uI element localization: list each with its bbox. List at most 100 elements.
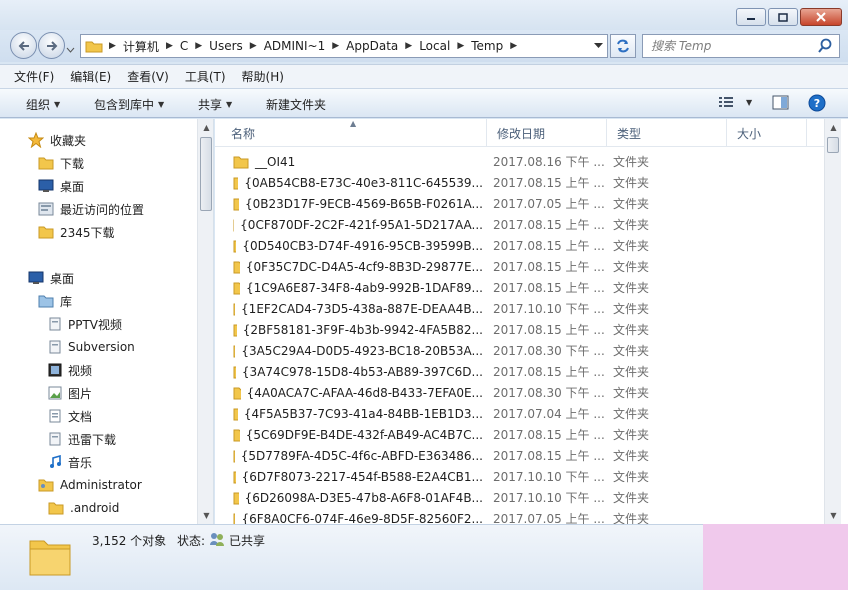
picture-icon: [48, 386, 62, 400]
file-type: 文件夹: [613, 218, 650, 232]
file-type: 文件夹: [613, 491, 650, 505]
state-label: 状态:: [177, 534, 206, 548]
file-row[interactable]: {6F8A0CF6-074F-46e9-8D5F-82560F2... 2017.…: [215, 508, 829, 524]
file-name-cell: {6D26098A-D3E5-47b8-A6F8-01AF4B...: [233, 491, 483, 505]
scroll-up-icon[interactable]: ▲: [825, 119, 842, 136]
folder-icon: [233, 345, 236, 357]
menu-bar: 文件(F) 编辑(E) 查看(V) 工具(T) 帮助(H): [0, 64, 848, 88]
search-box[interactable]: [642, 34, 840, 58]
nav-item-recent-places[interactable]: 最近访问的位置: [38, 198, 144, 220]
nav-item-desktop[interactable]: 桌面: [38, 175, 84, 197]
menu-help[interactable]: 帮助(H): [240, 66, 286, 87]
nav-item-music[interactable]: 音乐: [48, 451, 92, 473]
file-row[interactable]: {0B23D17F-9ECB-4569-B65B-F0261A... 2017.0…: [215, 193, 829, 214]
file-row[interactable]: {0F35C7DC-D4A5-4cf9-8B3D-29877E... 2017.0…: [215, 256, 829, 277]
column-size[interactable]: 大小: [727, 119, 807, 147]
nav-item-pictures[interactable]: 图片: [48, 382, 92, 404]
maximize-button[interactable]: [768, 8, 798, 26]
file-type: 文件夹: [613, 512, 650, 524]
nav-administrator[interactable]: Administrator: [38, 474, 142, 496]
scroll-thumb[interactable]: [200, 137, 212, 211]
nav-label: 收藏夹: [50, 133, 87, 148]
organize-button[interactable]: 组织 ▼: [26, 96, 60, 113]
file-row[interactable]: {5D7789FA-4D5C-4f6c-ABFD-E363486... 2017.…: [215, 445, 829, 466]
file-type: 文件夹: [613, 470, 650, 484]
view-options-button[interactable]: ▼: [718, 95, 752, 109]
recent-pages-dropdown[interactable]: [66, 42, 75, 56]
library-icon: [38, 295, 54, 308]
refresh-button[interactable]: [610, 34, 636, 58]
close-button[interactable]: [800, 8, 842, 26]
menu-view[interactable]: 查看(V): [125, 66, 171, 87]
minimize-button[interactable]: [736, 8, 766, 26]
nav-label: Administrator: [60, 478, 142, 492]
file-row[interactable]: {6D7F8073-2217-454f-B588-E2A4CB1... 2017.…: [215, 466, 829, 487]
nav-item-2345-downloads[interactable]: 2345下载: [38, 221, 115, 243]
nav-item-documents[interactable]: 文档: [48, 405, 92, 427]
breadcrumb-item[interactable]: ADMINI~1: [261, 39, 329, 53]
back-button[interactable]: [10, 32, 37, 59]
file-type: 文件夹: [613, 344, 650, 358]
nav-item-pptv-video[interactable]: PPTV视频: [48, 313, 122, 335]
file-name: {5D7789FA-4D5C-4f6c-ABFD-E363486...: [240, 448, 483, 463]
breadcrumb-separator: ▶: [510, 41, 518, 51]
breadcrumb-item[interactable]: C: [177, 39, 191, 53]
file-row[interactable]: {1C9A6E87-34F8-4ab9-992B-1DAF89... 2017.0…: [215, 277, 829, 298]
file-name: {6D26098A-D3E5-47b8-A6F8-01AF4B...: [244, 490, 483, 505]
search-input[interactable]: [651, 39, 817, 53]
nav-item-android[interactable]: .android: [48, 497, 119, 519]
nav-label: 视频: [68, 363, 93, 378]
breadcrumb-item[interactable]: AppData: [343, 39, 401, 53]
scroll-down-icon[interactable]: ▼: [198, 507, 213, 524]
file-row[interactable]: {2BF58181-3F9F-4b3b-9942-4FA5B82... 2017.…: [215, 319, 829, 340]
folder-icon: [48, 502, 64, 515]
file-row[interactable]: __OI41 2017.08.16 下午 ... 文件夹: [215, 151, 829, 172]
menu-file[interactable]: 文件(F): [12, 66, 56, 87]
column-type[interactable]: 类型: [607, 119, 727, 147]
file-row[interactable]: {4F5A5B37-7C93-41a4-84BB-1EB1D3... 2017.0…: [215, 403, 829, 424]
forward-button[interactable]: [38, 32, 65, 59]
folder-icon: [233, 303, 236, 315]
column-date-modified[interactable]: 修改日期: [487, 119, 607, 147]
nav-item-downloads[interactable]: 下载: [38, 152, 84, 174]
file-row[interactable]: {6D26098A-D3E5-47b8-A6F8-01AF4B... 2017.1…: [215, 487, 829, 508]
address-dropdown[interactable]: [589, 35, 607, 57]
file-row[interactable]: {4A0ACA7C-AFAA-46d8-B433-7EFA0E... 2017.0…: [215, 382, 829, 403]
file-row[interactable]: {3A5C29A4-D0D5-4923-BC18-20B53A... 2017.0…: [215, 340, 829, 361]
breadcrumb-item[interactable]: Local: [416, 39, 453, 53]
address-bar[interactable]: ▶ 计算机 ▶ C ▶ Users ▶ ADMINI~1 ▶ AppData ▶…: [80, 34, 608, 58]
preview-pane-button[interactable]: [772, 95, 790, 111]
file-row[interactable]: {0D540CB3-D74F-4916-95CB-39599B... 2017.0…: [215, 235, 829, 256]
nav-item-xunlei-downloads[interactable]: 迅雷下载: [48, 428, 116, 450]
file-row[interactable]: {5C69DF9E-B4DE-432f-AB49-AC4B7C... 2017.0…: [215, 424, 829, 445]
column-name[interactable]: 名称: [221, 119, 487, 147]
breadcrumb-item[interactable]: Users: [206, 39, 246, 53]
list-scrollbar[interactable]: ▲ ▼: [824, 119, 841, 524]
nav-library[interactable]: 库: [38, 290, 72, 312]
file-name-cell: {2BF58181-3F9F-4b3b-9942-4FA5B82...: [233, 323, 483, 337]
document-library-icon: [49, 340, 61, 354]
breadcrumb-item[interactable]: Temp: [468, 39, 506, 53]
menu-tools[interactable]: 工具(T): [183, 66, 228, 87]
share-button[interactable]: 共享 ▼: [198, 96, 232, 113]
menu-edit[interactable]: 编辑(E): [68, 66, 113, 87]
help-button[interactable]: ?: [808, 94, 826, 112]
file-row[interactable]: {0CF870DF-2C2F-421f-95A1-5D217AA... 2017.…: [215, 214, 829, 235]
scroll-thumb[interactable]: [827, 137, 839, 153]
include-in-library-button[interactable]: 包含到库中 ▼: [94, 96, 164, 113]
new-folder-button[interactable]: 新建文件夹: [266, 96, 326, 113]
breadcrumb-item[interactable]: 计算机: [120, 38, 162, 55]
file-row[interactable]: {1EF2CAD4-73D5-438a-887E-DEAA4B... 2017.1…: [215, 298, 829, 319]
nav-item-videos[interactable]: 视频: [48, 359, 92, 381]
file-row[interactable]: {0AB54CB8-E73C-40e3-811C-645539... 2017.0…: [215, 172, 829, 193]
nav-favorites[interactable]: 收藏夹: [28, 129, 86, 151]
nav-scrollbar[interactable]: ▲ ▼: [197, 119, 213, 524]
scroll-down-icon[interactable]: ▼: [825, 507, 842, 524]
file-row[interactable]: {3A74C978-15D8-4b53-AB89-397C6D... 2017.0…: [215, 361, 829, 382]
nav-item-subversion[interactable]: Subversion: [48, 336, 135, 358]
navigation-pane: 收藏夹 下载 桌面 最近访问的位置 2345下载 桌面 库 PPTV视频 Sub…: [0, 119, 214, 524]
nav-desktop-root[interactable]: 桌面: [28, 267, 74, 289]
scroll-up-icon[interactable]: ▲: [198, 119, 213, 136]
new-folder-label: 新建文件夹: [266, 98, 327, 112]
nav-label: 2345下载: [60, 225, 115, 240]
